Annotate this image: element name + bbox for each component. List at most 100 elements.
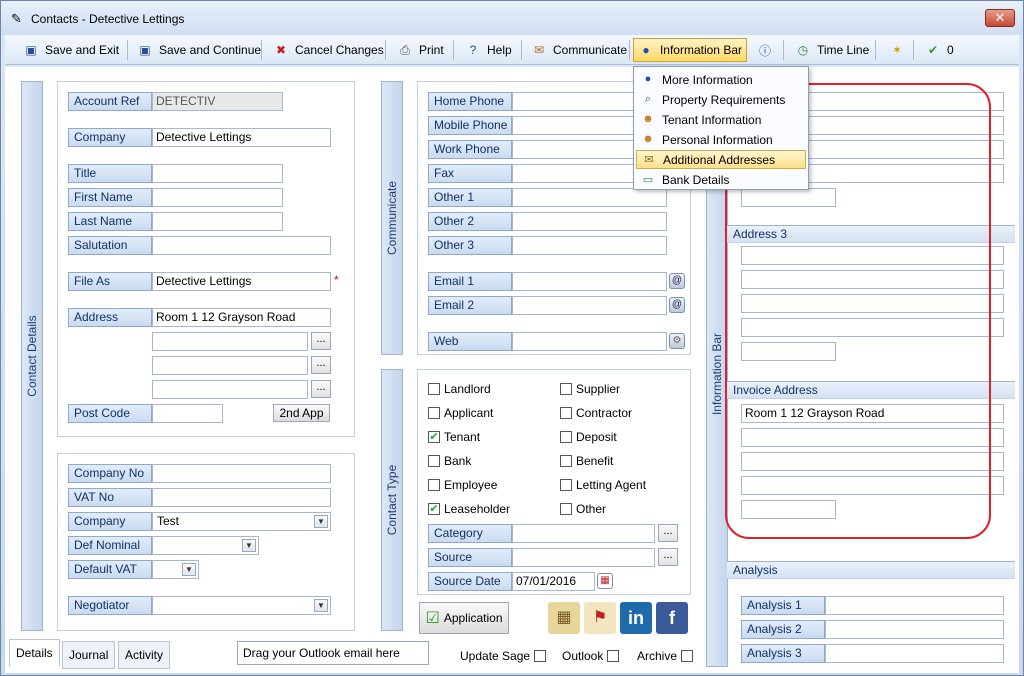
- help-button[interactable]: ? Help: [461, 38, 516, 62]
- account-ref-label: Account Ref: [68, 92, 152, 111]
- negotiator-select[interactable]: ▼: [152, 596, 331, 615]
- menu-item-personal-information[interactable]: ☻ Personal Information: [636, 130, 806, 149]
- employee-checkbox[interactable]: Employee: [428, 478, 497, 492]
- cancel-changes-button[interactable]: ✖ Cancel Changes: [269, 38, 388, 62]
- contractor-checkbox[interactable]: Contractor: [560, 406, 632, 420]
- def-nominal-select[interactable]: ▼: [152, 536, 259, 555]
- address-line3-lookup-button[interactable]: ...: [311, 356, 331, 374]
- benefit-checkbox[interactable]: Benefit: [560, 454, 613, 468]
- source-field[interactable]: [512, 548, 655, 567]
- category-label: Category: [428, 524, 512, 543]
- contact-details-side-tab[interactable]: Contact Details: [21, 81, 43, 631]
- company-no-field[interactable]: [152, 464, 331, 483]
- contacts-app-icon: ✎: [11, 11, 22, 26]
- save-and-continue-button[interactable]: ▣ Save and Continue: [133, 38, 265, 62]
- other3-label: Other 3: [428, 236, 512, 255]
- tab-details[interactable]: Details: [9, 639, 60, 667]
- other-checkbox[interactable]: Other: [560, 502, 606, 516]
- email2-send-button[interactable]: @: [669, 297, 685, 313]
- check-count-button[interactable]: ✔ 0: [921, 38, 958, 62]
- source-lookup-button[interactable]: ...: [658, 548, 678, 566]
- category-field[interactable]: [512, 524, 655, 543]
- supplier-checkbox[interactable]: Supplier: [560, 382, 620, 396]
- map-icon: ▦: [556, 609, 572, 626]
- address-book-icon: ✉: [644, 153, 654, 166]
- tab-activity[interactable]: Activity: [118, 641, 171, 669]
- web-field[interactable]: [512, 332, 667, 351]
- bank-card-icon: ▭: [642, 173, 654, 186]
- post-code-field[interactable]: [152, 404, 223, 423]
- calendar-button[interactable]: ▦: [597, 573, 613, 589]
- first-name-field[interactable]: [152, 188, 283, 207]
- address-line4-field[interactable]: [152, 380, 308, 399]
- landlord-checkbox[interactable]: Landlord: [428, 382, 491, 396]
- title-bar: ✎ Contacts - Detective Lettings ✕: [1, 1, 1023, 35]
- letting-agent-checkbox[interactable]: Letting Agent: [560, 478, 646, 492]
- menu-item-property-requirements[interactable]: ⌕ Property Requirements: [636, 90, 806, 109]
- analysis1-field[interactable]: [825, 596, 1004, 615]
- menu-item-more-information[interactable]: ● More Information: [636, 70, 806, 89]
- default-vat-select[interactable]: ▼: [152, 560, 199, 579]
- vat-no-field[interactable]: [152, 488, 331, 507]
- required-marker: *: [334, 273, 339, 287]
- web-open-button[interactable]: ⚙: [669, 333, 685, 349]
- time-line-button[interactable]: ◷ Time Line: [791, 38, 873, 62]
- default-vat-label: Default VAT: [68, 560, 152, 579]
- print-button[interactable]: ⎙ Print: [393, 38, 448, 62]
- close-window-button[interactable]: ✕: [985, 9, 1015, 27]
- analysis3-field[interactable]: [825, 644, 1004, 663]
- leaseholder-checkbox[interactable]: ✔ Leaseholder: [428, 502, 510, 516]
- menu-item-tenant-information[interactable]: ☻ Tenant Information: [636, 110, 806, 129]
- address-line4-lookup-button[interactable]: ...: [311, 380, 331, 398]
- outlook-checkbox[interactable]: Outlook: [562, 649, 623, 663]
- linkedin-button[interactable]: in: [620, 602, 652, 634]
- other3-field[interactable]: [512, 236, 667, 255]
- menu-item-bank-details[interactable]: ▭ Bank Details: [636, 170, 806, 189]
- other1-field[interactable]: [512, 188, 667, 207]
- tenant-checkbox[interactable]: ✔ Tenant: [428, 430, 480, 444]
- favourite-button[interactable]: ✶: [885, 38, 915, 62]
- save-and-exit-button[interactable]: ▣ Save and Exit: [19, 38, 123, 62]
- analysis2-field[interactable]: [825, 620, 1004, 639]
- contact-type-side-tab[interactable]: Contact Type: [381, 369, 403, 631]
- communicate-side-tab[interactable]: Communicate: [381, 81, 403, 355]
- source-date-field[interactable]: 07/01/2016: [512, 572, 595, 591]
- outlook-drop-zone[interactable]: Drag your Outlook email here: [237, 641, 429, 665]
- web-label: Web: [428, 332, 512, 351]
- negotiator-label: Negotiator: [68, 596, 152, 615]
- post-code-label: Post Code: [68, 404, 152, 423]
- address-line3-field[interactable]: [152, 356, 308, 375]
- info-settings-button[interactable]: ⓘ: [753, 38, 783, 62]
- address-line2-lookup-button[interactable]: ...: [311, 332, 331, 350]
- second-app-button[interactable]: 2nd App: [273, 404, 330, 422]
- email1-send-button[interactable]: @: [669, 273, 685, 289]
- address-line2-field[interactable]: [152, 332, 308, 351]
- email2-field[interactable]: [512, 296, 667, 315]
- application-button[interactable]: ☑ Application: [419, 602, 509, 634]
- account-ref-field[interactable]: DETECTIV: [152, 92, 283, 111]
- map-pin-button[interactable]: ⚑: [584, 602, 616, 634]
- address-line1-field[interactable]: Room 1 12 Grayson Road: [152, 308, 331, 327]
- deposit-checkbox[interactable]: Deposit: [560, 430, 617, 444]
- archive-checkbox[interactable]: Archive: [637, 649, 697, 663]
- menu-item-additional-addresses[interactable]: ✉ Additional Addresses: [636, 150, 806, 169]
- category-lookup-button[interactable]: ...: [658, 524, 678, 542]
- bank-checkbox[interactable]: Bank: [428, 454, 471, 468]
- salutation-field[interactable]: [152, 236, 331, 255]
- file-as-field[interactable]: Detective Lettings: [152, 272, 331, 291]
- check-icon: ✔: [428, 431, 440, 443]
- information-bar-button[interactable]: ● Information Bar: [633, 38, 747, 62]
- last-name-field[interactable]: [152, 212, 283, 231]
- map-button[interactable]: ▦: [548, 602, 580, 634]
- email1-field[interactable]: [512, 272, 667, 291]
- update-sage-checkbox[interactable]: Update Sage: [460, 649, 550, 663]
- other2-field[interactable]: [512, 212, 667, 231]
- communicate-button[interactable]: ✉ Communicate: [527, 38, 631, 62]
- applicant-checkbox[interactable]: Applicant: [428, 406, 493, 420]
- company-field[interactable]: Detective Lettings: [152, 128, 331, 147]
- title-field[interactable]: [152, 164, 283, 183]
- tab-journal[interactable]: Journal: [62, 641, 116, 669]
- linkedin-icon: in: [628, 608, 644, 628]
- facebook-button[interactable]: f: [656, 602, 688, 634]
- finance-company-select[interactable]: Test ▼: [152, 512, 331, 531]
